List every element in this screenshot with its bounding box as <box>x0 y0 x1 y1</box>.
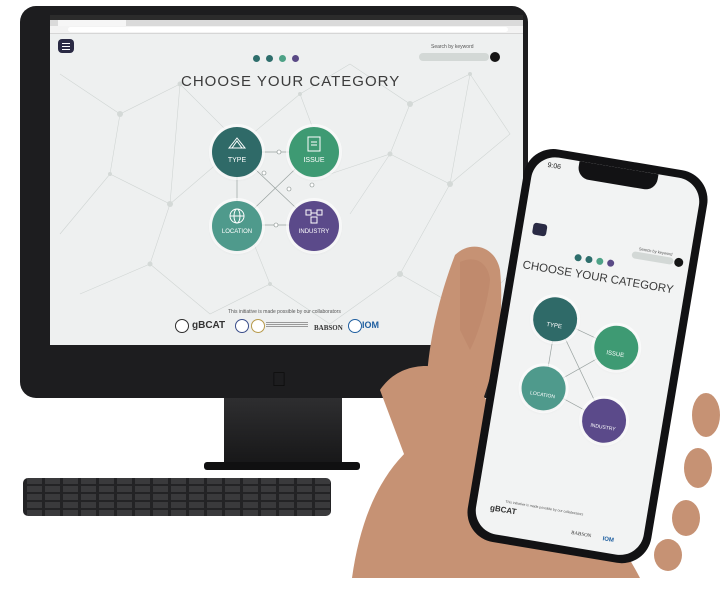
hand-fingers <box>654 393 720 571</box>
